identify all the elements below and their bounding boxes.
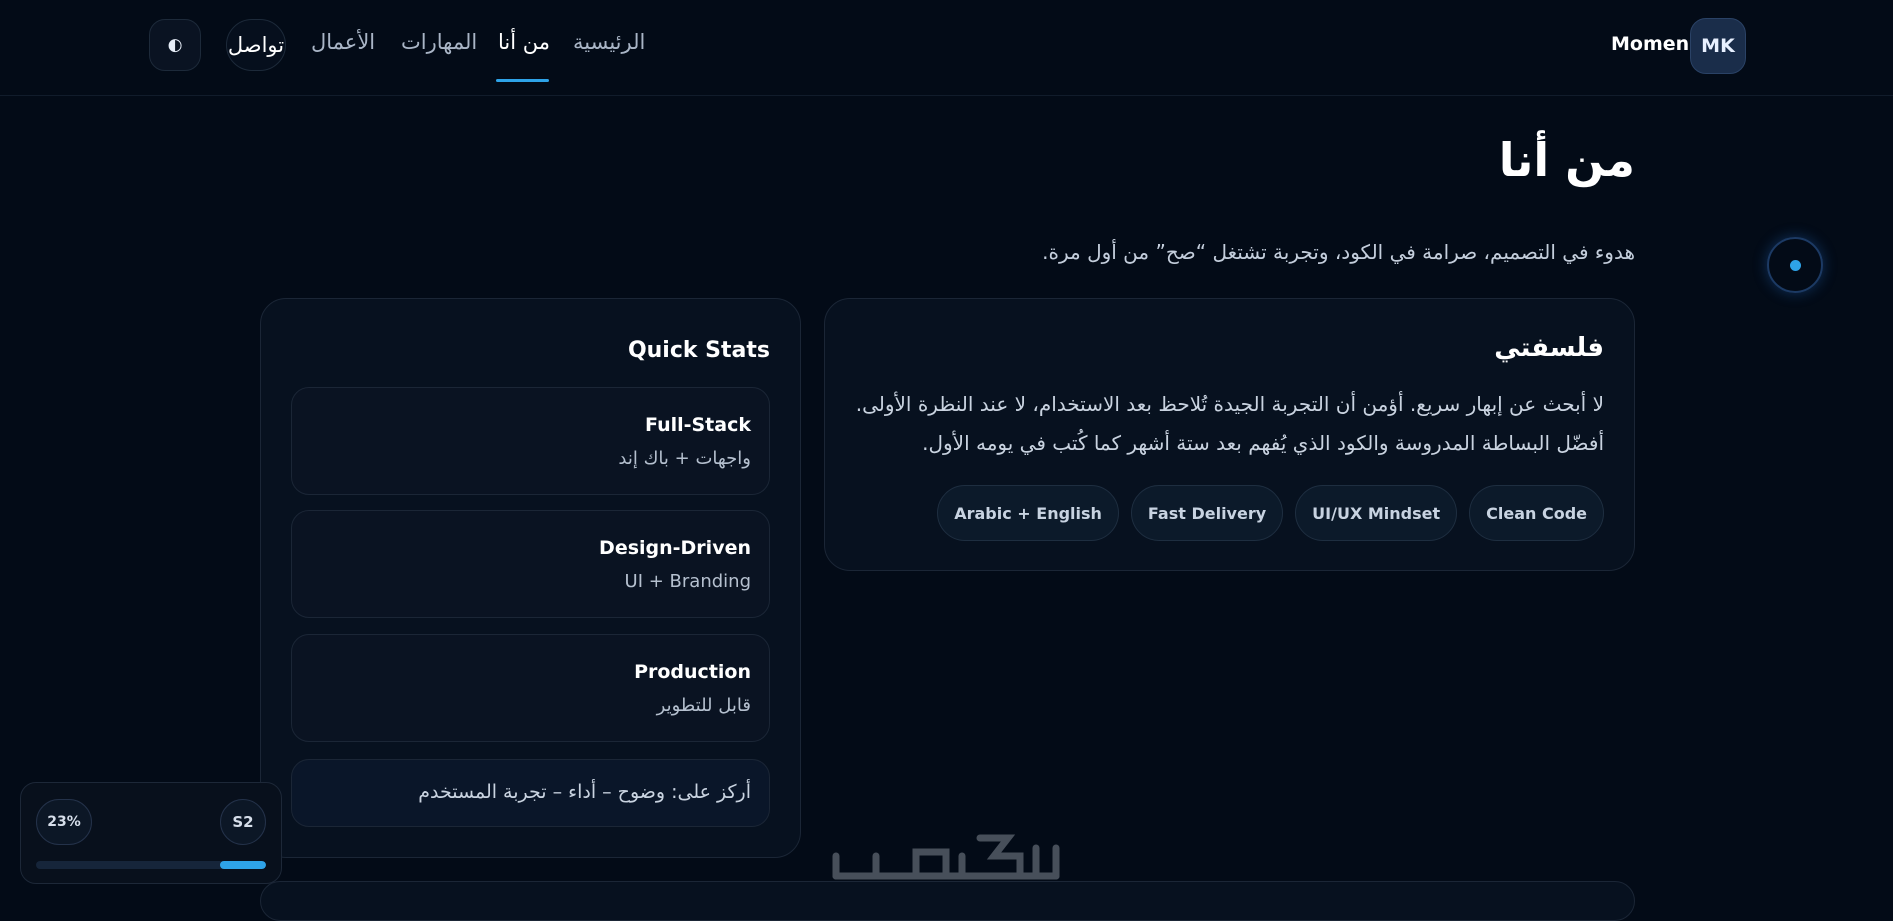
progress-track [36,861,266,869]
watermark-logo [832,834,1060,880]
nav-item-about[interactable]: من أنا [498,30,550,54]
nav-item-works[interactable]: الأعمال [311,30,375,54]
stat-subtitle: واجهات + باك إند [618,448,751,469]
page-title: من أنا [1498,133,1635,187]
section-badge: S2 [220,799,266,845]
focus-statement: أركز على: وضوح – أداء – تجربة المستخدم [291,759,770,827]
stat-item-production: Production قابل للتطوير [291,634,770,742]
quick-stats-card: Quick Stats Full-Stack واجهات + باك إند … [260,298,801,858]
brand-name[interactable]: Momen [1611,33,1689,55]
reading-progress-widget: 23% S2 [20,782,282,884]
stat-subtitle: قابل للتطوير [656,695,751,716]
section-indicator-dot[interactable] [1767,237,1823,293]
stat-title: Production [634,661,751,683]
skill-tags: Clean Code UI/UX Mindset Fast Delivery A… [937,485,1604,541]
progress-percent-badge: 23% [36,799,92,845]
tag-uiux-mindset: UI/UX Mindset [1295,485,1458,541]
stat-item-design-driven: Design-Driven UI + Branding [291,510,770,618]
page-subtitle: هدوء في التصميم، صرامة في الكود، وتجربة … [1042,240,1635,264]
nav-item-skills[interactable]: المهارات [401,30,477,54]
nav-item-home[interactable]: الرئيسية [573,30,645,54]
philosophy-title: فلسفتي [1494,333,1604,363]
tag-arabic-english: Arabic + English [937,485,1119,541]
contact-button[interactable]: تواصل [226,19,286,71]
tag-clean-code: Clean Code [1469,485,1604,541]
philosophy-card: فلسفتي لا أبحث عن إبهار سريع. أؤمن أن ال… [824,298,1635,571]
philosophy-text: لا أبحث عن إبهار سريع. أؤمن أن التجربة ا… [855,392,1604,455]
next-section-card [260,881,1635,921]
theme-toggle-button[interactable]: ◐ [149,19,201,71]
stat-subtitle: UI + Branding [624,571,751,592]
quick-stats-title: Quick Stats [627,338,770,363]
active-nav-indicator [496,79,549,82]
tag-fast-delivery: Fast Delivery [1130,485,1284,541]
top-navigation-bar: ◐ تواصل الأعمال المهارات من أنا الرئيسية… [0,0,1893,96]
progress-fill [220,861,266,869]
stat-item-full-stack: Full-Stack واجهات + باك إند [291,387,770,495]
dot-icon [1789,259,1801,271]
stat-title: Design-Driven [599,537,751,559]
contrast-icon: ◐ [167,35,183,55]
brand-logo-badge[interactable]: MK [1690,18,1746,74]
focus-text: أركز على: وضوح – أداء – تجربة المستخدم [418,781,751,803]
stat-title: Full-Stack [645,414,751,436]
